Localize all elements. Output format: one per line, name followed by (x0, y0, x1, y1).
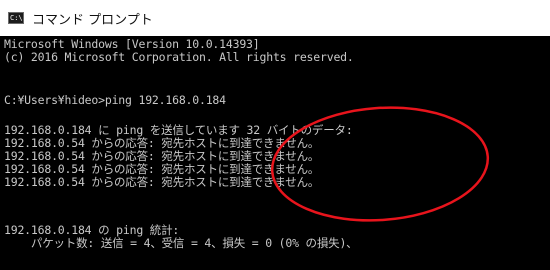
console-line-2: (c) 2016 Microsoft Corporation. All righ… (4, 50, 354, 64)
console-output[interactable]: Microsoft Windows [Version 10.0.14393] (… (0, 36, 550, 270)
window-title: コマンド プロンプト (32, 13, 153, 28)
command-prompt-window: C:\ コマンド プロンプト Microsoft Windows [Versio… (0, 0, 550, 270)
title-bar[interactable]: C:\ コマンド プロンプト (0, 0, 550, 36)
command-prompt-icon: C:\ (8, 12, 24, 24)
console-line-13: パケット数: 送信 = 4、受信 = 4、損失 = 0 (0% の損失)、 (4, 236, 358, 250)
console-line-4: C:¥Users¥hideo>ping 192.168.0.184 (4, 93, 226, 107)
console-line-10: 192.168.0.54 からの応答: 宛先ホストに到達できません。 (4, 175, 320, 189)
